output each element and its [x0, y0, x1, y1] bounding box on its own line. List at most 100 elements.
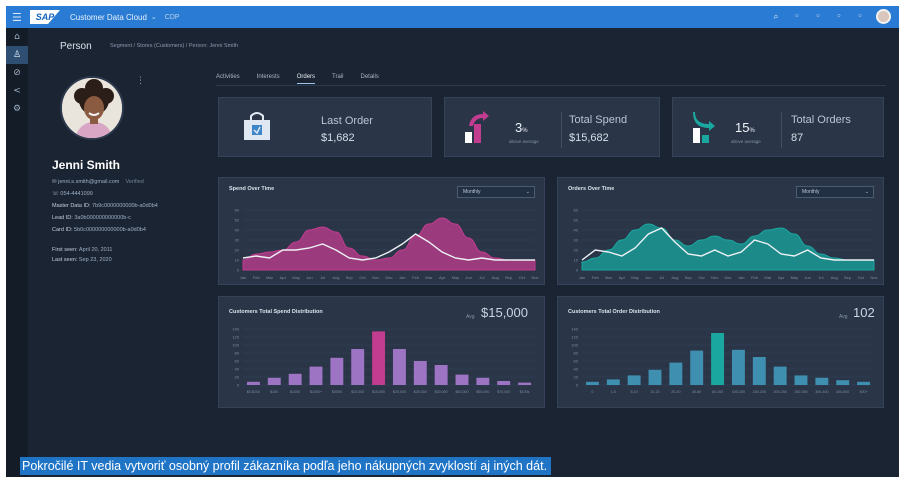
bar — [497, 381, 511, 385]
y-tick-label: 140 — [571, 327, 578, 332]
person-icon[interactable]: ♙ — [6, 46, 28, 64]
kpi-card-last-order: Last Order $1,682 — [218, 97, 432, 157]
tab-interests[interactable]: Interests — [257, 74, 280, 84]
tab-trail[interactable]: Trail — [332, 74, 343, 84]
home-icon[interactable]: ⌂ — [6, 28, 28, 46]
tab-orders[interactable]: Orders — [296, 74, 316, 84]
x-tick-label: May — [452, 275, 460, 280]
bell-icon[interactable]: ◦ — [792, 12, 802, 22]
tab-divider — [216, 85, 886, 86]
user-avatar[interactable] — [876, 9, 891, 24]
dropdown-value: Monthly — [463, 189, 481, 195]
breadcrumb[interactable]: Segment / Stores (Customers) / Person: J… — [110, 43, 238, 49]
x-tick-label: 0 — [591, 390, 593, 394]
chart-title: Spend Over Time — [229, 186, 275, 192]
email-value[interactable]: jenni.s.smith@gmail.com — [58, 179, 119, 185]
x-tick-label: Oct — [698, 275, 705, 280]
area-series — [581, 223, 875, 271]
chart-title: Customers Total Spend Distribution — [229, 309, 323, 315]
kpi-value: $1,682 — [321, 132, 355, 144]
y-tick-label: 0 — [237, 383, 240, 388]
x-tick-label: May — [292, 275, 300, 280]
period-dropdown[interactable]: Monthly ⌄ — [796, 186, 874, 198]
bar — [731, 349, 745, 385]
bar — [773, 366, 787, 385]
x-tick-label: Mar — [266, 275, 274, 280]
y-tick-label: 60 — [235, 359, 240, 364]
area-series — [242, 217, 536, 271]
apps-icon[interactable]: ◦ — [834, 12, 844, 22]
bar — [518, 382, 532, 385]
bar — [372, 331, 386, 385]
x-tick-label: $30,000 — [435, 390, 448, 394]
master-data-label: Master Data ID: — [52, 203, 91, 209]
more-icon[interactable]: ⋮ — [136, 76, 145, 86]
search-icon[interactable]: ⌕ — [771, 12, 781, 22]
x-tick-label: Jun — [645, 275, 651, 280]
tab-bar: Activities Interests Orders Trail Detail… — [216, 74, 379, 84]
chart-card-orders-over-time: Orders Over Time Monthly ⌄ 0 10 20 30 40 50 60 J… — [557, 177, 884, 285]
y-tick-label: 30 — [574, 238, 579, 243]
master-data-id: 7b9c0000000000b-a0d0b4 — [92, 203, 158, 209]
spend-distribution-chart: 0 20 40 60 80 100 120 140 $0-$100 $100 $1000 $1000+… — [232, 327, 535, 394]
bar — [476, 377, 490, 385]
tab-activities[interactable]: Activities — [216, 74, 240, 84]
menu-icon[interactable]: ☰ — [12, 11, 26, 24]
y-tick-label: 50 — [574, 218, 579, 223]
gear-icon[interactable]: ⚙ — [6, 100, 28, 118]
card-label: Card ID: — [52, 227, 73, 233]
tag-icon[interactable]: ⊘ — [6, 64, 28, 82]
chevron-down-icon[interactable]: ⌄ — [151, 13, 157, 21]
bar — [857, 381, 871, 385]
lead-label: Lead ID: — [52, 215, 73, 221]
x-tick-label: Jul — [659, 275, 664, 280]
x-tick-label: Mar — [425, 275, 433, 280]
bar — [648, 369, 662, 385]
trend-down-icon — [693, 112, 715, 143]
kpi-percent-value: 15 — [735, 120, 750, 135]
y-tick-label: 40 — [235, 228, 240, 233]
tab-details[interactable]: Details — [360, 74, 378, 84]
chart-card-order-distribution: Customers Total Order Distribution Avg 1… — [557, 296, 884, 408]
avg-label: Avg — [839, 314, 848, 320]
card-id: 5b0c000000000000b-a0d0b4 — [74, 227, 146, 233]
side-navigation: ⌂ ♙ ⊘ < ⚙ — [6, 28, 28, 477]
period-dropdown[interactable]: Monthly ⌄ — [457, 186, 535, 198]
x-tick-label: $1000+ — [310, 390, 322, 394]
kpi-value: 87 — [791, 132, 804, 144]
x-tick-label: $5000 — [332, 390, 342, 394]
chevron-down-icon: ⌄ — [525, 189, 530, 195]
x-tick-label: $70,000 — [497, 390, 510, 394]
avg-label: Avg — [466, 314, 475, 320]
chart-card-spend-distribution: Customers Total Spend Distribution Avg $… — [218, 296, 545, 408]
phone-line: ☏ 054-4441099 — [52, 191, 93, 197]
x-tick-label: Aug — [831, 275, 838, 280]
y-tick-label: 50 — [235, 218, 240, 223]
x-tick-label: $0-$100 — [247, 390, 260, 394]
x-tick-label: Nov — [870, 275, 877, 280]
master-data-line: Master Data ID: 7b9c0000000000b-a0d0b4 — [52, 203, 158, 209]
last-seen-value: Sep 23, 2020 — [78, 257, 112, 263]
x-tick-label: Feb — [592, 275, 600, 280]
x-tick-label: $100 — [270, 390, 278, 394]
app-title[interactable]: Customer Data Cloud — [70, 13, 147, 22]
email-line: ✉ jenni.s.smith@gmail.com Verified — [52, 179, 144, 185]
x-tick-label: Oct — [519, 275, 526, 280]
first-seen-label: First seen: — [52, 247, 78, 253]
settings-icon[interactable]: ◦ — [855, 12, 865, 22]
help-icon[interactable]: ◦ — [813, 12, 823, 22]
app-window: ☰ SAP Customer Data Cloud ⌄ CDP ⌕ ◦ ◦ ◦ … — [6, 6, 899, 477]
share-icon[interactable]: < — [6, 82, 28, 100]
chevron-down-icon: ⌄ — [864, 189, 869, 195]
kpi-value: $15,682 — [569, 132, 609, 144]
y-tick-label: 10 — [235, 258, 240, 263]
x-tick-label: Jul — [479, 275, 484, 280]
x-tick-label: Jan — [399, 275, 405, 280]
avg-value: $15,000 — [481, 305, 528, 320]
x-tick-label: Aug — [492, 275, 499, 280]
chart-title: Orders Over Time — [568, 186, 615, 192]
page-title: Person — [60, 41, 92, 52]
x-tick-label: 5-10 — [631, 390, 638, 394]
x-tick-label: 20-40 — [671, 390, 680, 394]
kpi-percent-unit: % — [749, 128, 755, 134]
